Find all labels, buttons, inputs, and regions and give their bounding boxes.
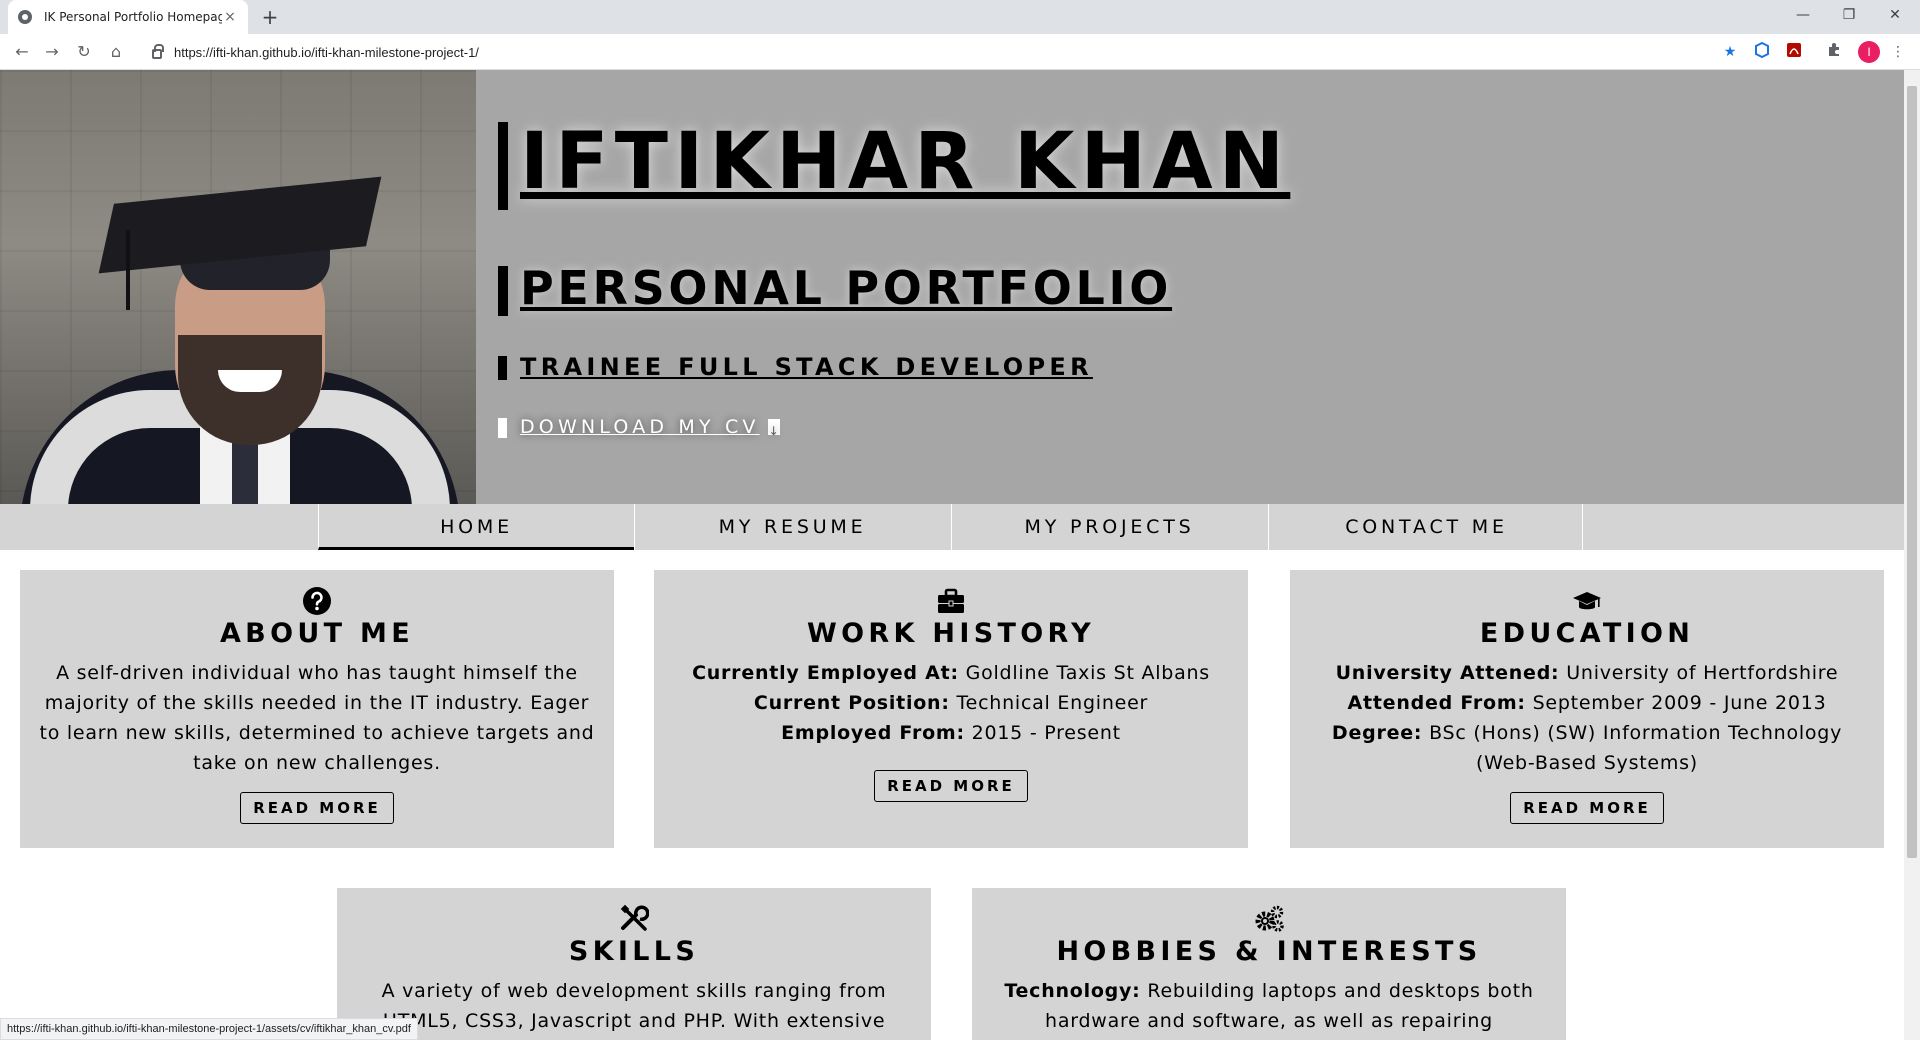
about-me-card: ABOUT ME A self-driven individual who ha… [20,570,614,848]
hero-banner: IFTIKHAR KHAN PERSONAL PORTFOLIO TRAINEE… [0,70,1904,504]
hero-subtitle: PERSONAL PORTFOLIO [498,258,1172,318]
file-download-icon [767,416,783,446]
skills-title: SKILLS [568,936,700,967]
hobbies-card: HOBBIES & INTERESTS Technology: Rebuildi… [972,888,1566,1040]
browser-tab-bar: IK Personal Portfolio Homepage × + — ❐ ✕ [0,0,1920,34]
address-bar[interactable]: https://ifti-khan.github.io/ifti-khan-mi… [140,37,1720,67]
hero-role: TRAINEE FULL STACK DEVELOPER [498,350,1093,384]
tools-icon [620,904,649,931]
tab-close-button[interactable]: × [222,9,238,25]
about-me-read-more-button[interactable]: READ MORE [240,792,394,824]
main-nav: HOME MY RESUME MY PROJECTS CONTACT ME [0,504,1904,550]
home-button[interactable]: ⌂ [104,40,128,64]
hero-text: IFTIKHAR KHAN PERSONAL PORTFOLIO TRAINEE… [498,70,1878,504]
browser-menu-icon[interactable]: ⋮ [1888,42,1908,62]
status-bar-url: https://ifti-khan.github.io/ifti-khan-mi… [0,1018,418,1040]
pdf-extension-icon[interactable] [1784,42,1804,62]
profile-avatar[interactable]: I [1858,41,1880,63]
bookmark-star-icon[interactable]: ★ [1720,42,1740,62]
education-line-degree: Degree: BSc (Hons) (SW) Information Tech… [1331,722,1843,774]
new-tab-button[interactable]: + [258,5,282,29]
extension-shield-icon[interactable] [1752,41,1772,62]
work-line-employed-from: Employed From: 2015 - Present [781,722,1121,744]
education-card: EDUCATION University Attened: University… [1290,570,1884,848]
about-me-title: ABOUT ME [219,618,415,649]
cogs-icon [1255,905,1284,932]
education-line-attended: Attended From: September 2009 - June 201… [1347,692,1827,714]
skills-card: SKILLS A variety of web development skil… [337,888,931,1040]
lock-icon [152,44,164,59]
question-circle-icon [303,587,331,615]
forward-button[interactable]: → [40,40,64,64]
page-scrollbar[interactable] [1904,70,1920,1040]
tab-title: IK Personal Portfolio Homepage [44,10,222,24]
nav-item-contact[interactable]: CONTACT ME [1268,504,1584,550]
work-line-employer: Currently Employed At: Goldline Taxis St… [692,662,1210,684]
download-cv-link[interactable]: DOWNLOAD MY CV [498,412,783,446]
scrollbar-thumb[interactable] [1907,86,1917,858]
work-line-position: Current Position: Technical Engineer [753,692,1149,714]
restore-button[interactable]: ❐ [1826,0,1872,30]
extensions-puzzle-icon[interactable] [1824,42,1844,62]
skills-text: A variety of web development skills rang… [381,980,887,1032]
close-window-button[interactable]: ✕ [1872,0,1918,30]
education-read-more-button[interactable]: READ MORE [1510,792,1664,824]
nav-item-resume[interactable]: MY RESUME [634,504,950,550]
nav-item-projects[interactable]: MY PROJECTS [951,504,1267,550]
download-cv-label: DOWNLOAD MY CV [520,416,760,438]
hobbies-text: Technology: Rebuilding laptops and deskt… [1004,980,1534,1032]
minimize-button[interactable]: — [1780,0,1826,30]
browser-toolbar: ← → ↻ ⌂ https://ifti-khan.github.io/ifti… [0,34,1920,70]
work-history-title: WORK HISTORY [806,618,1095,649]
education-title: EDUCATION [1479,618,1695,649]
work-history-card: WORK HISTORY Currently Employed At: Gold… [654,570,1248,848]
hero-name: IFTIKHAR KHAN [498,112,1290,212]
globe-icon [18,10,32,24]
reload-button[interactable]: ↻ [72,40,96,64]
url-text: https://ifti-khan.github.io/ifti-khan-mi… [174,44,479,60]
nav-item-home[interactable]: HOME [318,504,634,550]
work-history-read-more-button[interactable]: READ MORE [874,770,1028,802]
hobbies-title: HOBBIES & INTERESTS [1056,936,1482,967]
education-line-university: University Attened: University of Hertfo… [1335,662,1839,684]
back-button[interactable]: ← [10,40,34,64]
profile-photo [0,70,476,504]
about-me-text: A self-driven individual who has taught … [39,662,595,774]
graduation-cap-icon [1573,592,1601,610]
browser-tab[interactable]: IK Personal Portfolio Homepage × [8,0,248,34]
page-viewport: IFTIKHAR KHAN PERSONAL PORTFOLIO TRAINEE… [0,70,1904,1040]
briefcase-icon [938,588,964,613]
